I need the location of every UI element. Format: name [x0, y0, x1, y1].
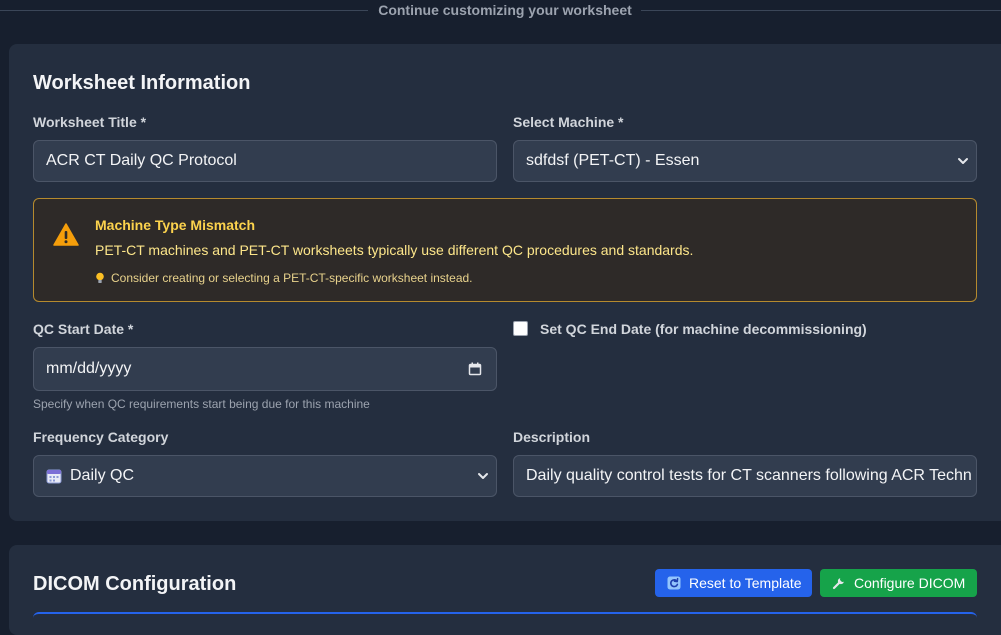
section-divider: Continue customizing your worksheet	[0, 0, 1001, 24]
description-value: Daily quality control tests for CT scann…	[526, 467, 972, 484]
alert-message: PET-CT machines and PET-CT worksheets ty…	[95, 242, 694, 258]
configure-dicom-button[interactable]: Configure DICOM	[820, 569, 977, 597]
divider-line-left	[0, 10, 368, 11]
qc-start-date-input[interactable]: mm/dd/yyyy	[33, 347, 497, 391]
select-machine-value: sdfdsf (PET-CT) - Essen	[526, 152, 700, 169]
frequency-category-value: Daily QC	[70, 467, 135, 484]
dicom-configuration-title: DICOM Configuration	[33, 573, 237, 595]
chevron-down-icon	[478, 473, 488, 479]
frequency-category-label: Frequency Category	[33, 429, 169, 445]
worksheet-title-label: Worksheet Title *	[33, 114, 147, 130]
divider-line-right	[641, 10, 1001, 11]
worksheet-title-value: ACR CT Daily QC Protocol	[46, 152, 237, 169]
chevron-down-icon	[958, 158, 968, 164]
configure-dicom-label: Configure DICOM	[854, 575, 966, 591]
alert-title: Machine Type Mismatch	[95, 217, 256, 233]
worksheet-information-card: Worksheet Information Worksheet Title * …	[9, 44, 1001, 521]
description-label: Description	[513, 429, 591, 445]
qc-start-date-label: QC Start Date *	[33, 321, 134, 337]
reset-to-template-button[interactable]: Reset to Template	[655, 569, 812, 597]
select-machine-dropdown[interactable]: sdfdsf (PET-CT) - Essen	[513, 140, 977, 182]
alert-tip-text: Consider creating or selecting a PET-CT-…	[111, 271, 473, 285]
select-machine-label: Select Machine *	[513, 114, 624, 130]
calendar-picker-icon[interactable]	[468, 362, 482, 376]
worksheet-information-title: Worksheet Information	[33, 72, 251, 94]
calendar-icon	[46, 469, 62, 484]
description-input[interactable]: Daily quality control tests for CT scann…	[513, 455, 977, 497]
wrench-icon	[832, 578, 844, 590]
reset-to-template-label: Reset to Template	[689, 575, 802, 591]
qc-start-date-placeholder: mm/dd/yyyy	[46, 360, 132, 377]
warning-icon	[53, 223, 79, 246]
set-qc-end-date-label[interactable]: Set QC End Date (for machine decommissio…	[540, 321, 867, 337]
refresh-icon	[667, 576, 681, 590]
lightbulb-icon	[96, 272, 104, 283]
worksheet-title-input[interactable]: ACR CT Daily QC Protocol	[33, 140, 497, 182]
divider-subtitle: Continue customizing your worksheet	[378, 2, 632, 18]
dicom-panel-edge	[33, 612, 977, 618]
set-qc-end-date-checkbox[interactable]	[513, 321, 528, 336]
alert-tip: Consider creating or selecting a PET-CT-…	[95, 271, 473, 285]
machine-type-mismatch-alert: Machine Type Mismatch PET-CT machines an…	[33, 198, 977, 302]
dicom-configuration-card: DICOM Configuration Reset to Template Co…	[9, 545, 1001, 635]
frequency-category-dropdown[interactable]: Daily QC	[33, 455, 497, 497]
qc-start-date-help: Specify when QC requirements start being…	[33, 397, 370, 411]
